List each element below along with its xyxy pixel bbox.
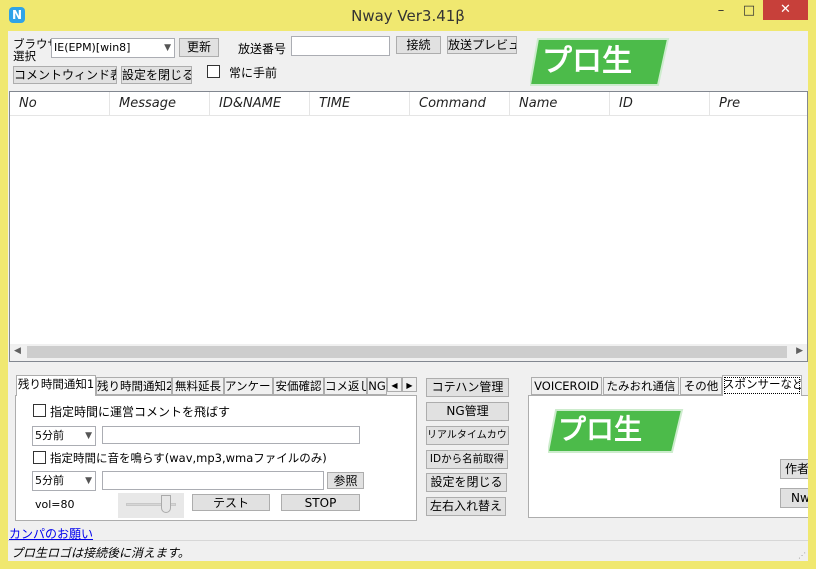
id-to-name-button[interactable]: IDから名前取得 (426, 450, 508, 469)
close-settings-button-2[interactable]: 設定を閉じる (426, 473, 507, 492)
preview-button[interactable]: 放送プレビュ (447, 36, 517, 54)
browser-select[interactable]: IE(EPM)[win8] ▼ (51, 38, 175, 58)
tab-free-extension[interactable]: 無料延長 (172, 377, 224, 395)
scroll-left-icon[interactable]: ◀ (14, 346, 21, 356)
close-settings-button[interactable]: 設定を閉じる (121, 66, 192, 84)
chevron-down-icon: ▼ (85, 431, 92, 441)
column-header[interactable]: Pre (710, 92, 810, 116)
play-sound-checkbox[interactable] (33, 451, 46, 464)
window-border-right (808, 31, 816, 569)
tab-scroll-right-icon[interactable]: ▶ (402, 377, 417, 392)
chevron-down-icon: ▼ (164, 43, 171, 53)
realtime-count-button[interactable]: リアルタイムカウン (426, 426, 509, 445)
tab-remaining-time-1[interactable]: 残り時間通知1 (16, 375, 96, 396)
comment-input[interactable] (102, 426, 360, 444)
browser-select-value: IE(EPM)[win8] (54, 41, 131, 54)
skip-comment-label: 指定時間に運営コメントを飛ばす (50, 405, 231, 419)
svg-text:プロ生: プロ生 (558, 413, 642, 446)
tab-scroll-left-icon[interactable]: ◀ (387, 377, 402, 392)
scroll-right-icon[interactable]: ▶ (796, 346, 803, 356)
maximize-button[interactable]: □ (735, 0, 763, 22)
tab-anka[interactable]: 安価確認 (273, 377, 324, 395)
author-button[interactable]: 作者 (780, 459, 810, 479)
pronama-logo-sponsor: プロ生 (548, 409, 684, 453)
skip-comment-checkbox[interactable] (33, 404, 46, 417)
slider-thumb[interactable] (161, 495, 171, 513)
volume-label: vol=80 (35, 498, 75, 511)
column-header[interactable]: No (10, 92, 110, 116)
minimize-button[interactable]: – (707, 0, 735, 22)
svg-text:プロ生: プロ生 (542, 44, 632, 79)
status-bar: プロ生ロゴは接続後に消えます。 ⋰ (8, 540, 808, 561)
play-sound-label: 指定時間に音を鳴らす(wav,mp3,wmaファイルのみ) (50, 451, 327, 465)
always-on-top-label: 常に手前 (229, 66, 278, 80)
tab-remaining-time-2[interactable]: 残り時間通知2 (96, 377, 172, 395)
column-header[interactable]: Message (110, 92, 210, 116)
ng-manage-button[interactable]: NG管理 (426, 402, 509, 421)
column-header[interactable]: Name (510, 92, 610, 116)
window-title: Nway Ver3.41β (351, 7, 465, 25)
tab-comment-reply[interactable]: コメ返し (324, 377, 367, 395)
tab-tamioretsushin[interactable]: たみおれ通信 (603, 377, 679, 395)
scrollbar-thumb[interactable] (27, 346, 787, 358)
time-select-2[interactable]: 5分前 ▼ (32, 471, 96, 491)
broadcast-label: 放送番号 (238, 42, 287, 56)
stop-button[interactable]: STOP (281, 494, 360, 511)
broadcast-number-input[interactable] (291, 36, 390, 56)
tab-survey[interactable]: アンケート (224, 377, 273, 395)
test-button[interactable]: テスト (192, 494, 270, 511)
resize-grip-icon[interactable]: ⋰ (798, 551, 806, 560)
tab-sponsors[interactable]: スポンサーなど (722, 375, 802, 396)
chevron-down-icon: ▼ (85, 476, 92, 486)
nway-button[interactable]: Nw (780, 488, 810, 508)
time-select-1-value: 5分前 (35, 429, 64, 442)
column-header[interactable]: ID (610, 92, 710, 116)
refresh-button[interactable]: 更新 (179, 38, 219, 57)
time-select-1[interactable]: 5分前 ▼ (32, 426, 96, 446)
swap-sides-button[interactable]: 左右入れ替え (426, 497, 506, 516)
comment-window-button[interactable]: コメントウィンド表示 (13, 66, 117, 84)
browse-button[interactable]: 参照 (327, 472, 364, 489)
tab-voiceroid[interactable]: VOICEROID (531, 377, 602, 395)
horizontal-scrollbar[interactable]: ◀ ▶ (10, 344, 807, 361)
status-text: プロ生ロゴは接続後に消えます。 (11, 546, 190, 560)
kotehan-button[interactable]: コテハン管理 (426, 378, 509, 397)
always-on-top-checkbox[interactable] (207, 65, 220, 78)
volume-slider[interactable] (118, 493, 184, 518)
time-select-2-value: 5分前 (35, 474, 64, 487)
tab-other[interactable]: その他 (680, 377, 722, 395)
pronama-logo: プロ生 (530, 38, 670, 86)
column-header[interactable]: TIME (310, 92, 410, 116)
connect-button[interactable]: 接続 (396, 36, 441, 54)
close-button[interactable]: ✕ (763, 0, 808, 20)
column-header[interactable]: ID&NAME (210, 92, 310, 116)
column-header[interactable]: Command (410, 92, 510, 116)
sound-file-input[interactable] (102, 471, 324, 490)
comment-list[interactable]: No Message ID&NAME TIME Command Name ID … (9, 91, 808, 362)
tab-ng[interactable]: NG (367, 377, 387, 395)
title-bar: N Nway Ver3.41β – □ ✕ (0, 0, 816, 31)
list-header: No Message ID&NAME TIME Command Name ID … (10, 92, 807, 116)
